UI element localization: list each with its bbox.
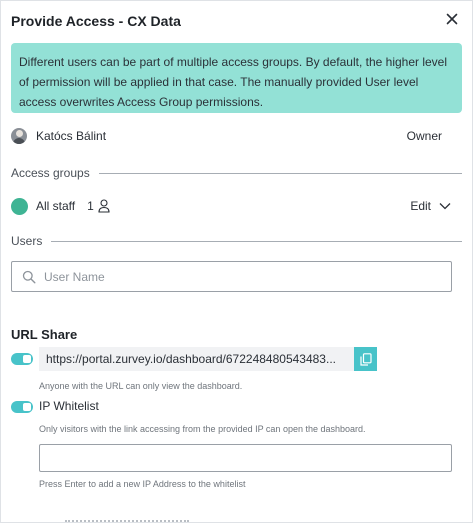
edit-group-dropdown[interactable]: Edit bbox=[410, 199, 451, 213]
ip-whitelist-label: IP Whitelist bbox=[39, 399, 99, 413]
group-color-dot bbox=[11, 197, 28, 215]
avatar bbox=[11, 128, 27, 144]
owner-name: Katócs Bálint bbox=[36, 129, 107, 143]
dialog-title: Provide Access - CX Data bbox=[11, 13, 181, 29]
users-section-header: Users bbox=[11, 233, 462, 249]
users-label: Users bbox=[11, 234, 43, 248]
group-name: All staff bbox=[36, 199, 76, 213]
chevron-down-icon bbox=[439, 203, 451, 210]
access-groups-label: Access groups bbox=[11, 166, 90, 180]
owner-row: Katócs Bálint Owner bbox=[11, 126, 461, 146]
divider bbox=[51, 240, 462, 242]
url-share-title: URL Share bbox=[11, 327, 78, 342]
dialog-header: Provide Access - CX Data bbox=[11, 11, 462, 33]
ip-address-input[interactable] bbox=[39, 444, 452, 472]
divider bbox=[98, 172, 462, 174]
person-icon bbox=[98, 199, 110, 213]
edit-label: Edit bbox=[410, 199, 431, 213]
close-icon[interactable] bbox=[444, 11, 460, 27]
ip-whitelist-hint: Only visitors with the link accessing fr… bbox=[39, 424, 366, 434]
info-banner: Different users can be part of multiple … bbox=[11, 43, 462, 113]
url-share-hint: Anyone with the URL can only view the da… bbox=[39, 381, 243, 391]
access-group-row: All staff 1 Edit bbox=[11, 197, 461, 215]
search-icon bbox=[22, 270, 36, 283]
group-member-count: 1 bbox=[87, 199, 94, 213]
url-share-toggle[interactable] bbox=[11, 353, 33, 365]
provide-access-dialog: Provide Access - CX Data Different users… bbox=[0, 0, 473, 523]
share-url-field[interactable]: https://portal.zurvey.io/dashboard/67224… bbox=[39, 347, 354, 371]
ip-input-hint: Press Enter to add a new IP Address to t… bbox=[39, 479, 246, 489]
ip-whitelist-toggle[interactable] bbox=[11, 401, 33, 413]
user-search-box[interactable] bbox=[11, 261, 452, 292]
copy-icon bbox=[359, 352, 372, 366]
owner-role: Owner bbox=[406, 129, 442, 143]
copy-url-button[interactable] bbox=[354, 347, 377, 371]
user-name-search-input[interactable] bbox=[44, 269, 424, 284]
access-groups-section-header: Access groups bbox=[11, 165, 462, 181]
